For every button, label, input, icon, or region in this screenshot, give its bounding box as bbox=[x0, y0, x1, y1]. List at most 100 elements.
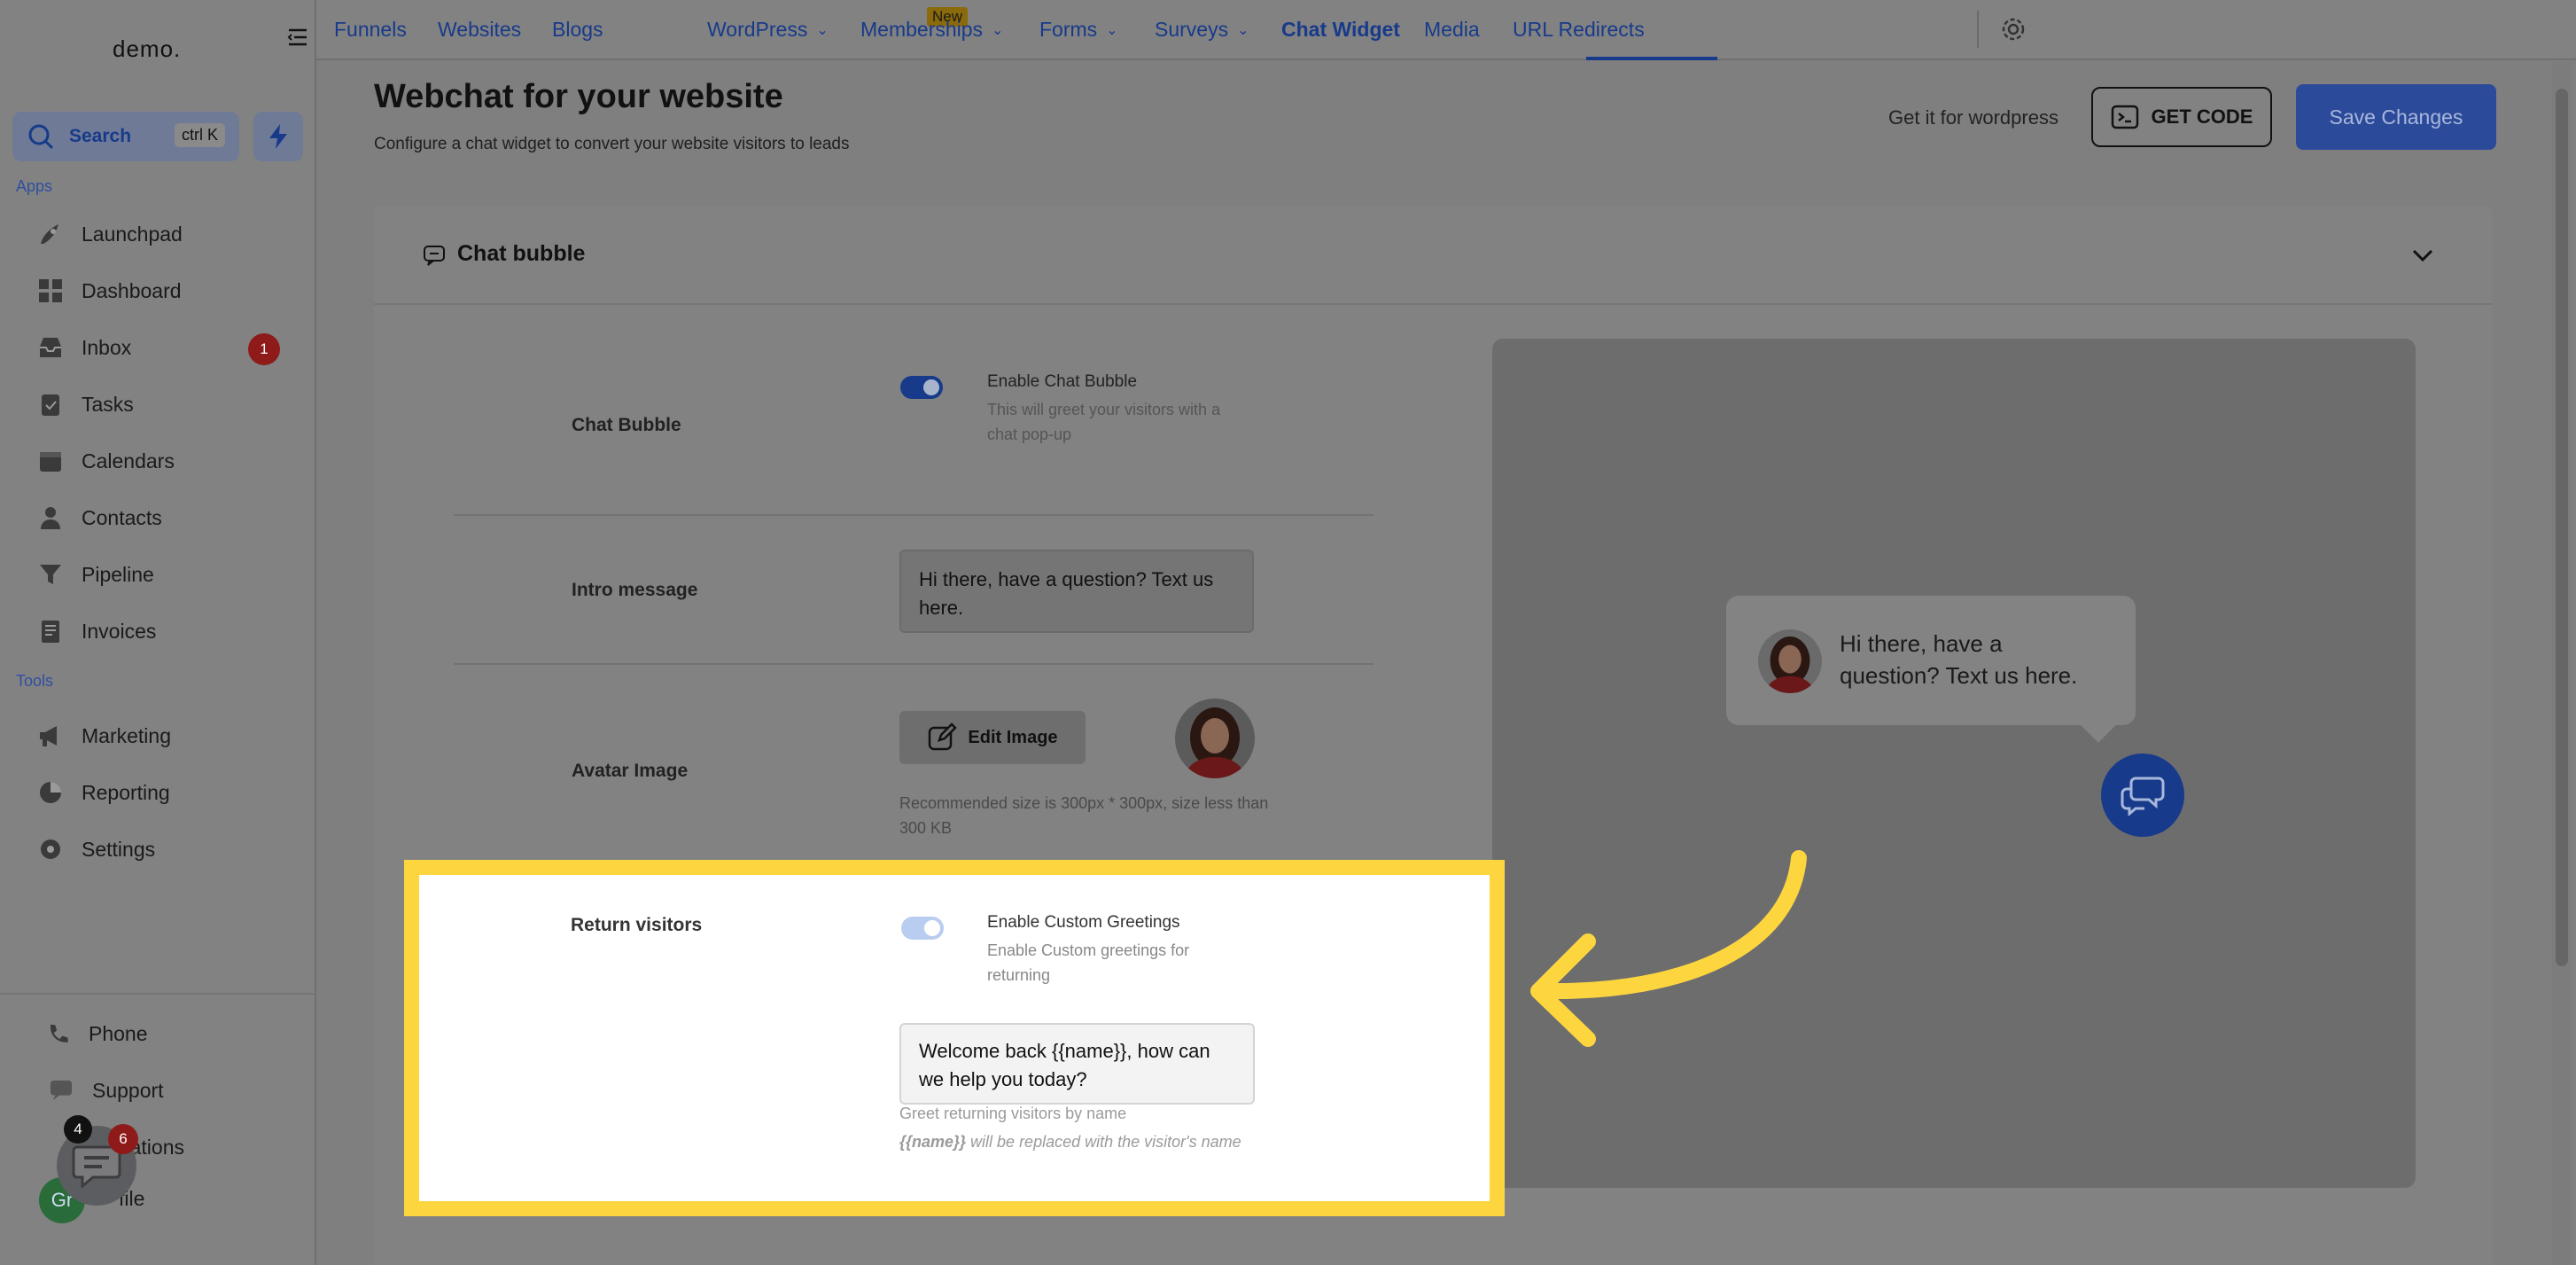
page-subtitle: Configure a chat widget to convert your … bbox=[374, 135, 850, 153]
chat-bubbles-icon bbox=[2121, 777, 2165, 816]
message-icon bbox=[424, 246, 445, 266]
logo: demo. bbox=[113, 35, 182, 62]
tab-memberships[interactable]: Memberships ⌄ bbox=[860, 18, 1003, 42]
tools-section-label: Tools bbox=[16, 672, 54, 690]
collapse-menu-icon[interactable] bbox=[285, 25, 310, 50]
get-code-label: GET CODE bbox=[2151, 105, 2253, 128]
chevron-down-icon: ⌄ bbox=[1237, 22, 1249, 38]
return-greeting-input[interactable]: Welcome back {{name}}, how can we help y… bbox=[899, 1023, 1255, 1105]
tab-label: Media bbox=[1424, 18, 1480, 41]
sidebar-item-calendars[interactable]: Calendars bbox=[35, 443, 175, 479]
sidebar-divider bbox=[0, 993, 316, 995]
divider bbox=[454, 514, 1374, 516]
person-icon bbox=[35, 503, 66, 533]
return-greeting-placeholder-hint: {{name}} will be replaced with the visit… bbox=[899, 1129, 1263, 1154]
search-label: Search bbox=[69, 126, 132, 146]
tab-surveys[interactable]: Surveys ⌄ bbox=[1155, 18, 1249, 42]
edit-image-button[interactable]: Edit Image bbox=[899, 711, 1086, 764]
chat-bubble-toggle-desc: This will greet your visitors with a cha… bbox=[987, 401, 1221, 443]
sidebar-item-pipeline[interactable]: Pipeline bbox=[35, 557, 154, 592]
sidebar-item-tasks[interactable]: Tasks bbox=[35, 387, 134, 422]
custom-greetings-toggle[interactable] bbox=[901, 917, 944, 940]
intro-message-label: Intro message bbox=[572, 580, 698, 600]
tab-media[interactable]: Media bbox=[1424, 18, 1480, 42]
custom-greetings-desc: Enable Custom greetings for returning bbox=[987, 941, 1190, 984]
sidebar-item-label: Dashboard bbox=[82, 278, 182, 302]
get-code-button[interactable]: GET CODE bbox=[2091, 87, 2272, 147]
chevron-down-icon[interactable] bbox=[2409, 241, 2437, 269]
avatar-image-label: Avatar Image bbox=[572, 761, 689, 781]
chat-badge-red: 6 bbox=[108, 1124, 138, 1154]
chat-bubble-toggle[interactable] bbox=[900, 376, 943, 399]
tab-forms[interactable]: Forms ⌄ bbox=[1039, 18, 1118, 42]
preview-bubble-text: Hi there, have a question? Text us here. bbox=[1840, 630, 2078, 689]
search-button[interactable]: Search ctrl K bbox=[12, 112, 239, 161]
sidebar-item-settings[interactable]: Settings bbox=[35, 832, 155, 867]
chevron-down-icon: ⌄ bbox=[816, 22, 829, 38]
custom-greetings-title: Enable Custom Greetings bbox=[987, 913, 1180, 932]
sidebar-item-label: Contacts bbox=[82, 505, 162, 529]
sidebar-item-inbox[interactable]: Inbox bbox=[35, 330, 131, 365]
tab-url-redirects[interactable]: URL Redirects bbox=[1513, 18, 1645, 42]
sidebar-item-phone[interactable]: Phone bbox=[43, 1016, 148, 1051]
sidebar-item-support[interactable]: Support bbox=[46, 1073, 164, 1108]
phone-icon bbox=[43, 1019, 73, 1049]
avatar-photo bbox=[1175, 699, 1255, 778]
save-changes-button[interactable]: Save Changes bbox=[2296, 84, 2496, 150]
sidebar-item-dashboard[interactable]: Dashboard bbox=[35, 273, 182, 308]
tab-label: Chat Widget bbox=[1281, 18, 1400, 41]
preview-chat-button[interactable] bbox=[2101, 754, 2184, 837]
edit-image-label: Edit Image bbox=[968, 727, 1058, 747]
calendar-icon bbox=[35, 446, 66, 476]
tab-blogs[interactable]: Blogs bbox=[552, 18, 603, 42]
tab-label: Memberships bbox=[860, 18, 984, 41]
intro-message-input[interactable]: Hi there, have a question? Text us here. bbox=[899, 550, 1254, 633]
lightning-icon bbox=[269, 124, 287, 149]
sidebar-item-invoices[interactable]: Invoices bbox=[35, 613, 156, 649]
chat-bubble-label: Chat Bubble bbox=[572, 415, 681, 435]
tab-funnels[interactable]: Funnels bbox=[334, 18, 407, 42]
chevron-down-icon: ⌄ bbox=[992, 22, 1004, 38]
search-icon bbox=[28, 124, 54, 150]
wordpress-link[interactable]: Get it for wordpress bbox=[1888, 106, 2058, 129]
sidebar-item-label: Launchpad bbox=[82, 222, 183, 246]
avatar-size-hint: Recommended size is 300px * 300px, size … bbox=[899, 794, 1269, 837]
scrollbar-thumb[interactable] bbox=[2556, 89, 2568, 966]
return-greeting-hint: Greet returning visitors by name bbox=[899, 1105, 1127, 1122]
tab-label: Funnels bbox=[334, 18, 407, 41]
name-variable: {{name}} bbox=[899, 1133, 967, 1151]
card-title: Chat bubble bbox=[457, 241, 586, 266]
tab-chat-widget[interactable]: Chat Widget bbox=[1281, 18, 1400, 42]
quick-actions-button[interactable] bbox=[253, 112, 303, 161]
megaphone-icon bbox=[35, 721, 66, 751]
top-navigation: Funnels Websites Blogs New WordPress ⌄ Me… bbox=[316, 0, 2576, 60]
placeholder-hint-text: will be replaced with the visitor's name bbox=[966, 1133, 1241, 1151]
preview-avatar bbox=[1758, 629, 1822, 693]
sidebar-item-label: Phone bbox=[89, 1021, 148, 1045]
sidebar-item-label: Support bbox=[92, 1078, 164, 1102]
sidebar-item-launchpad[interactable]: Launchpad bbox=[35, 216, 183, 252]
sidebar-item-label: Reporting bbox=[82, 780, 170, 804]
sidebar-item-contacts[interactable]: Contacts bbox=[35, 500, 162, 535]
divider bbox=[454, 663, 1374, 665]
tab-label: Blogs bbox=[552, 18, 603, 41]
sidebar-item-reporting[interactable]: Reporting bbox=[35, 775, 170, 810]
terminal-icon bbox=[2111, 105, 2138, 129]
search-shortcut: ctrl K bbox=[174, 123, 225, 147]
inbox-icon bbox=[35, 332, 66, 363]
tab-label: URL Redirects bbox=[1513, 18, 1645, 41]
sidebar-item-label: Inbox bbox=[82, 335, 132, 359]
active-tab-indicator bbox=[1586, 57, 1717, 60]
inbox-count-badge: 1 bbox=[248, 333, 280, 365]
page-title: Webchat for your website bbox=[374, 78, 783, 115]
tab-label: Forms bbox=[1039, 18, 1098, 41]
tab-websites[interactable]: Websites bbox=[438, 18, 521, 42]
tab-wordpress[interactable]: WordPress ⌄ bbox=[707, 18, 829, 42]
card-header[interactable]: Chat bubble bbox=[374, 206, 2492, 305]
sidebar: demo. Search ctrl K Apps Launchpad Dashb… bbox=[0, 0, 316, 1265]
return-visitors-label: Return visitors bbox=[571, 915, 703, 935]
gear-icon[interactable] bbox=[1998, 14, 2028, 44]
sidebar-item-marketing[interactable]: Marketing bbox=[35, 718, 171, 754]
tab-label: Websites bbox=[438, 18, 522, 41]
chat-badge-black: 4 bbox=[64, 1115, 92, 1144]
